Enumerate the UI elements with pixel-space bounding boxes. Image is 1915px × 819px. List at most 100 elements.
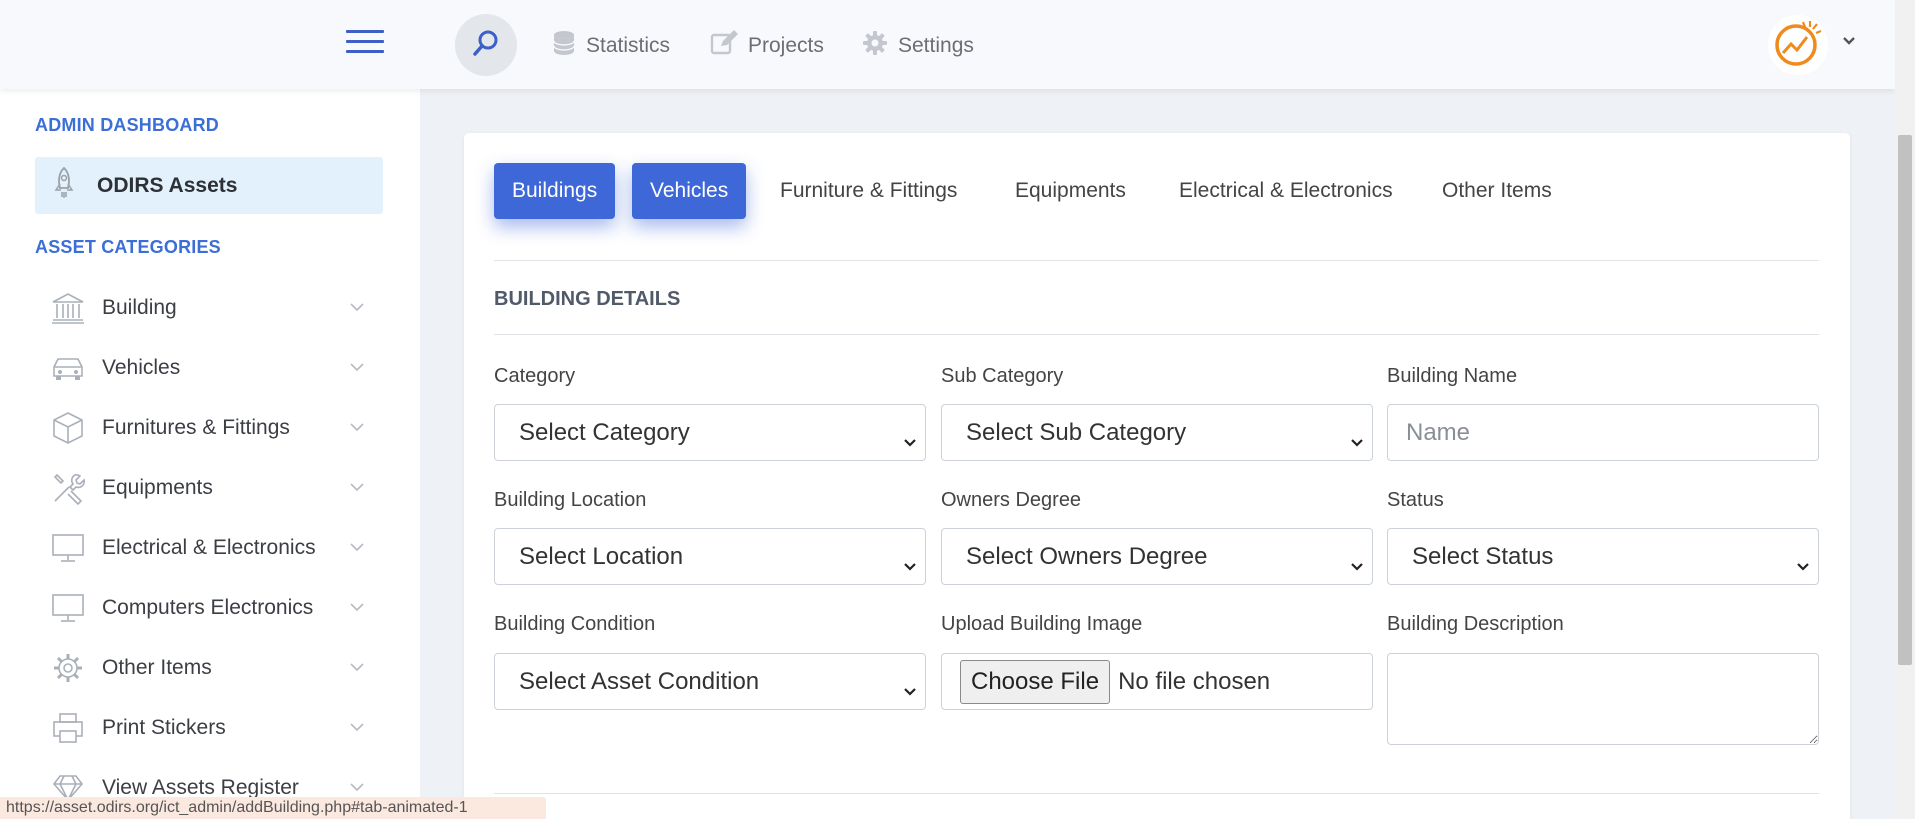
- chevron-down-icon[interactable]: [1842, 33, 1856, 51]
- nav-settings-label: Settings: [898, 34, 974, 57]
- building-description-label: Building Description: [1387, 613, 1564, 635]
- form-title: BUILDING DETAILS: [494, 288, 681, 310]
- sidebar-item-odirs-assets[interactable]: ODIRS Assets: [35, 157, 383, 214]
- nav-settings[interactable]: Settings: [862, 30, 974, 62]
- chevron-down-icon: [350, 359, 364, 377]
- sidebar-item-label: Print Stickers: [102, 716, 226, 739]
- sidebar-item-label: ODIRS Assets: [97, 173, 238, 197]
- avatar[interactable]: [1768, 15, 1828, 75]
- sidebar-item-label: Building: [102, 296, 177, 319]
- chevron-down-icon: [1350, 551, 1364, 579]
- nav-projects[interactable]: Projects: [710, 30, 824, 62]
- sidebar-item-label: Electrical & Electronics: [102, 536, 316, 559]
- tab-buildings[interactable]: Buildings: [494, 163, 616, 219]
- chevron-down-icon: [350, 299, 364, 317]
- status-label: Status: [1387, 489, 1444, 511]
- file-status-text: No file chosen: [1118, 667, 1271, 695]
- chevron-down-icon: [350, 539, 364, 557]
- subcategory-label: Sub Category: [941, 365, 1064, 387]
- sidebar-item-label: Furnitures & Fittings: [102, 416, 290, 439]
- building-form-card: Buildings Vehicles Furniture & Fittings …: [464, 133, 1850, 819]
- sidebar-item-label: Other Items: [102, 656, 212, 679]
- building-location-label: Building Location: [494, 489, 647, 511]
- database-icon: [552, 30, 586, 62]
- chevron-down-icon: [350, 599, 364, 617]
- choose-file-button[interactable]: Choose File: [960, 659, 1111, 704]
- owners-degree-label: Owners Degree: [941, 489, 1082, 511]
- box-icon: [50, 411, 86, 445]
- building-name-input[interactable]: [1387, 404, 1819, 461]
- sidebar: ADMIN DASHBOARD ODIRS Assets ASSET CATEG…: [0, 89, 420, 819]
- subcategory-select[interactable]: Select Sub Category: [941, 404, 1373, 461]
- chevron-down-icon: [350, 479, 364, 497]
- tab-electrical-electronics[interactable]: Electrical & Electronics: [1179, 163, 1393, 219]
- chevron-down-icon: [903, 427, 917, 455]
- top-navbar: Statistics Projects Settings: [0, 0, 1895, 89]
- divider: [494, 334, 1819, 335]
- status-select[interactable]: Select Status: [1387, 528, 1819, 585]
- chevron-down-icon: [350, 659, 364, 677]
- menu-line: [346, 40, 384, 43]
- condition-select-value: Select Asset Condition: [519, 667, 760, 695]
- location-select-value: Select Location: [519, 542, 684, 570]
- building-condition-label: Building Condition: [494, 613, 656, 635]
- asset-categories-title: ASSET CATEGORIES: [35, 237, 221, 257]
- edit-icon: [710, 30, 748, 62]
- building-name-label: Building Name: [1387, 365, 1518, 387]
- upload-image-label: Upload Building Image: [941, 613, 1143, 635]
- gear-icon: [50, 652, 86, 684]
- subcategory-select-value: Select Sub Category: [966, 418, 1187, 446]
- sidebar-item-label: Vehicles: [102, 356, 181, 379]
- sidebar-item-vehicles[interactable]: Vehicles: [50, 348, 370, 388]
- tab-vehicles[interactable]: Vehicles: [632, 163, 747, 219]
- location-select[interactable]: Select Location: [494, 528, 926, 585]
- admin-dashboard-title: ADMIN DASHBOARD: [35, 115, 219, 135]
- tools-icon: [50, 471, 86, 505]
- nav-projects-label: Projects: [748, 34, 824, 57]
- printer-icon: [50, 712, 86, 744]
- upload-image-field: Choose File No file chosen: [941, 653, 1373, 710]
- sidebar-item-print-stickers[interactable]: Print Stickers: [50, 708, 370, 748]
- owners-degree-select-value: Select Owners Degree: [966, 542, 1208, 570]
- nav-statistics[interactable]: Statistics: [552, 30, 670, 62]
- building-description-textarea[interactable]: [1387, 653, 1819, 745]
- odirs-logo-icon: [1770, 15, 1826, 76]
- monitor-icon: [50, 533, 86, 563]
- owners-degree-select[interactable]: Select Owners Degree: [941, 528, 1373, 585]
- search-button[interactable]: [455, 14, 517, 76]
- menu-line: [346, 30, 384, 33]
- chevron-down-icon: [350, 719, 364, 737]
- chevron-down-icon: [350, 419, 364, 437]
- bank-icon: [50, 292, 86, 324]
- sidebar-item-label: Equipments: [102, 476, 213, 499]
- scrollbar-thumb[interactable]: [1898, 135, 1912, 665]
- category-select[interactable]: Select Category: [494, 404, 926, 461]
- rocket-icon: [53, 166, 75, 205]
- hamburger-menu-button[interactable]: [346, 30, 384, 54]
- chevron-down-icon: [903, 551, 917, 579]
- sidebar-item-building[interactable]: Building: [50, 288, 370, 328]
- tab-furniture-fittings[interactable]: Furniture & Fittings: [780, 163, 957, 219]
- tab-equipments[interactable]: Equipments: [1015, 163, 1126, 219]
- sidebar-item-equipments[interactable]: Equipments: [50, 468, 370, 508]
- chevron-down-icon: [350, 779, 364, 797]
- status-select-value: Select Status: [1412, 542, 1554, 570]
- page-scrollbar[interactable]: [1895, 0, 1915, 819]
- sidebar-item-electrical[interactable]: Electrical & Electronics: [50, 528, 370, 568]
- category-select-value: Select Category: [519, 418, 690, 446]
- chevron-down-icon: [1350, 427, 1364, 455]
- tab-other-items[interactable]: Other Items: [1442, 163, 1552, 219]
- divider: [494, 793, 1819, 794]
- search-icon: [471, 28, 501, 63]
- chevron-down-icon: [903, 676, 917, 704]
- menu-line: [346, 50, 384, 53]
- condition-select[interactable]: Select Asset Condition: [494, 653, 926, 710]
- sidebar-item-furnitures[interactable]: Furnitures & Fittings: [50, 408, 370, 448]
- divider: [494, 260, 1819, 261]
- sidebar-item-computers[interactable]: Computers Electronics: [50, 588, 370, 628]
- sidebar-item-other-items[interactable]: Other Items: [50, 648, 370, 688]
- sidebar-item-label: Computers Electronics: [102, 596, 314, 619]
- monitor-icon: [50, 593, 86, 623]
- car-icon: [50, 355, 86, 381]
- chevron-down-icon: [1796, 551, 1810, 579]
